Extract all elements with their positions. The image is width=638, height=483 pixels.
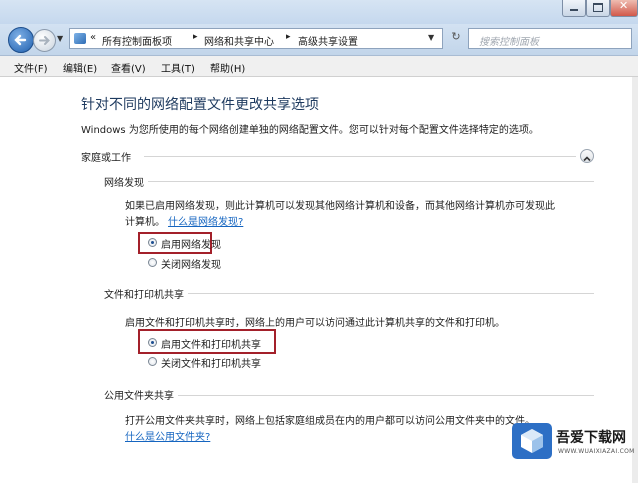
disable-file-printer-sharing-radio[interactable]	[148, 357, 157, 366]
collapse-chevron-icon	[583, 156, 591, 162]
history-dropdown-icon[interactable]: ▼	[57, 34, 63, 43]
window-maximize-button[interactable]	[586, 0, 610, 17]
address-bar[interactable]: « 所有控制面板项 ▸ 网络和共享中心 ▸ 高级共享设置 ▼	[69, 28, 443, 49]
disable-network-discovery-label[interactable]: 关闭网络发现	[161, 256, 221, 271]
section-divider	[104, 181, 594, 182]
watermark-logo-icon	[512, 423, 552, 459]
disable-network-discovery-radio[interactable]	[148, 258, 157, 267]
refresh-icon: ↻	[451, 30, 461, 43]
file-printer-sharing-heading: 文件和打印机共享	[104, 286, 188, 301]
back-button[interactable]	[8, 27, 34, 53]
collapse-profile-button[interactable]	[580, 149, 594, 163]
address-toolbar: ▼ « 所有控制面板项 ▸ 网络和共享中心 ▸ 高级共享设置 ▼ ↻ 搜索控制面…	[0, 24, 638, 56]
window-minimize-icon	[570, 9, 578, 11]
network-discovery-text-cont: 计算机。	[125, 217, 165, 228]
profile-group-label: 家庭或工作	[81, 149, 135, 164]
breadcrumb-separator-icon[interactable]: ▸	[193, 32, 198, 42]
watermark-title: 吾爱下载网	[556, 430, 626, 446]
enable-network-discovery-radio[interactable]	[148, 238, 157, 247]
menu-help[interactable]: 帮助(H)	[210, 60, 245, 75]
back-arrow-icon	[14, 34, 27, 46]
window-close-icon: ✕	[619, 0, 629, 12]
file-printer-sharing-text: 启用文件和打印机共享时，网络上的用户可以访问通过此计算机共享的文件和打印机。	[125, 318, 505, 329]
search-input[interactable]: 搜索控制面板	[468, 28, 632, 49]
network-discovery-text: 如果已启用网络发现，则此计算机可以发现其他网络计算机和设备，而其他网络计算机亦可…	[125, 201, 555, 212]
breadcrumb-item-advanced-sharing[interactable]: 高级共享设置	[298, 33, 358, 48]
breadcrumb-item-all-control-panel[interactable]: 所有控制面板项	[102, 33, 172, 48]
disable-file-printer-sharing-label[interactable]: 关闭文件和打印机共享	[161, 355, 261, 370]
page-description: Windows 为您所使用的每个网络创建单独的网络配置文件。您可以针对每个配置文…	[81, 125, 539, 136]
menu-view[interactable]: 查看(V)	[111, 60, 146, 75]
network-discovery-heading: 网络发现	[104, 174, 148, 189]
address-dropdown-icon[interactable]: ▼	[428, 33, 434, 42]
menu-bar: 文件(F) 编辑(E) 查看(V) 工具(T) 帮助(H)	[0, 56, 638, 77]
group-divider	[144, 156, 576, 157]
menu-tools[interactable]: 工具(T)	[161, 60, 195, 75]
breadcrumb-item-network-center[interactable]: 网络和共享中心	[204, 33, 274, 48]
refresh-button[interactable]: ↻	[447, 30, 465, 47]
page-title: 针对不同的网络配置文件更改共享选项	[81, 97, 319, 113]
site-watermark: 吾爱下载网 WWW.WUAIXIAZAI.COM	[512, 421, 634, 461]
forward-arrow-icon	[39, 36, 50, 45]
public-folder-sharing-text: 打开公用文件夹共享时，网络上包括家庭组成员在内的用户都可以访问公用文件夹中的文件…	[125, 416, 535, 427]
watermark-subtitle: WWW.WUAIXIAZAI.COM	[558, 448, 635, 455]
window-maximize-icon	[593, 3, 603, 12]
breadcrumb-separator-icon[interactable]: ▸	[286, 32, 291, 42]
breadcrumb-overflow[interactable]: «	[90, 32, 96, 43]
window-title-bar: ✕	[0, 0, 638, 24]
enable-file-printer-sharing-label[interactable]: 启用文件和打印机共享	[161, 336, 261, 351]
window-close-button[interactable]: ✕	[610, 0, 638, 17]
window-minimize-button[interactable]	[562, 0, 586, 17]
public-folder-sharing-heading: 公用文件夹共享	[104, 387, 178, 402]
forward-button[interactable]	[33, 29, 56, 52]
enable-file-printer-sharing-radio[interactable]	[148, 338, 157, 347]
what-is-public-folder-link[interactable]: 什么是公用文件夹?	[125, 428, 210, 443]
enable-network-discovery-label[interactable]: 启用网络发现	[161, 236, 221, 251]
menu-file[interactable]: 文件(F)	[14, 60, 48, 75]
control-panel-icon	[74, 33, 86, 44]
what-is-network-discovery-link[interactable]: 什么是网络发现?	[168, 213, 243, 228]
menu-edit[interactable]: 编辑(E)	[63, 60, 97, 75]
search-placeholder: 搜索控制面板	[479, 37, 539, 48]
